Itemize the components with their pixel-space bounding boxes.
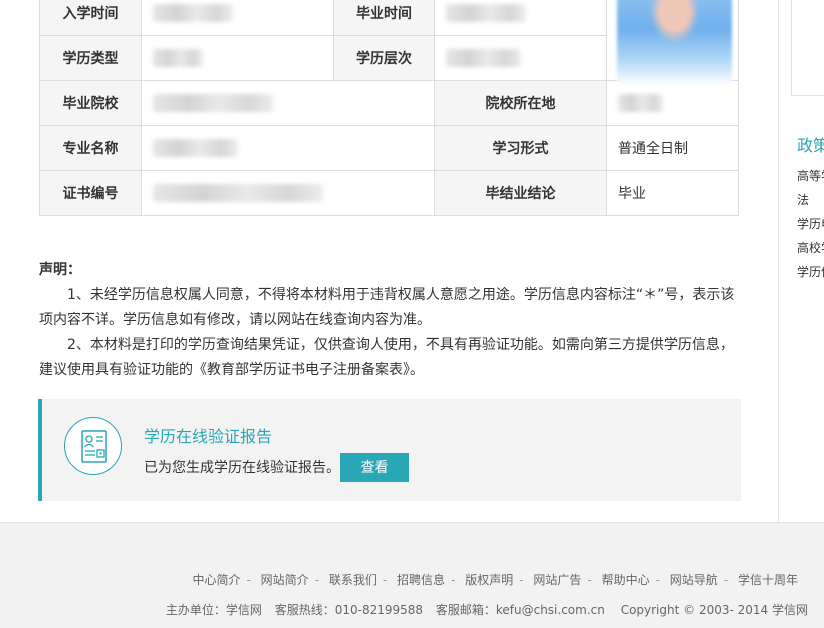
sidebar-item[interactable]: 高等学 xyxy=(797,164,824,188)
education-info-table: 入学时间 毕业时间 学历类型 学历层次 毕业院校 院校所在地 专业名称 学习形式… xyxy=(39,0,739,216)
label-cert-number: 证书编号 xyxy=(39,170,142,216)
view-report-button[interactable]: 查看 xyxy=(340,453,409,482)
declaration: 声明： 1、未经学历信息权属人同意，不得将本材料用于违背权属人意愿之用途。学历信… xyxy=(39,258,739,383)
footer-email: 客服邮箱：kefu@chsi.com.cn xyxy=(435,603,605,617)
sidebar-item[interactable]: 学历电 xyxy=(797,212,824,236)
sidebar-item[interactable]: 学历信 xyxy=(797,260,824,284)
sidebar-item[interactable]: 法 xyxy=(797,188,824,212)
footer-hotline: 客服热线：010-82199588 xyxy=(274,603,424,617)
report-description: 已为您生成学历在线验证报告。 xyxy=(144,460,340,476)
value-major xyxy=(141,125,435,171)
declaration-heading: 声明： xyxy=(39,262,81,278)
label-school-location: 院校所在地 xyxy=(434,80,607,126)
footer-host: 主办单位：学信网 xyxy=(165,603,262,617)
footer-link-center-intro[interactable]: 中心简介 xyxy=(192,573,240,587)
footer: 中心简介 - 网站简介 - 联系我们 - 招聘信息 - 版权声明 - 网站广告 - 帮助中心… xyxy=(0,522,824,628)
sidebar-item[interactable]: 高校学 xyxy=(797,236,824,260)
value-school xyxy=(141,80,435,126)
report-title: 学历在线验证报告 xyxy=(144,427,273,446)
online-verification-report: 学历在线验证报告 已为您生成学历在线验证报告。 查看 xyxy=(38,399,741,501)
value-edu-type xyxy=(141,35,334,81)
footer-link-site-intro[interactable]: 网站简介 xyxy=(261,573,309,587)
sidebar-title: 政策 xyxy=(797,136,824,155)
value-cert-number xyxy=(141,170,435,216)
value-graduation-result: 毕业 xyxy=(606,170,739,216)
label-enroll-date: 入学时间 xyxy=(39,0,142,36)
photo-cell xyxy=(606,0,739,85)
footer-link-help[interactable]: 帮助中心 xyxy=(602,573,650,587)
footer-copyright: Copyright © 2003- 2014 学信网 xyxy=(620,603,808,617)
footer-link-contact[interactable]: 联系我们 xyxy=(329,573,377,587)
label-edu-level: 学历层次 xyxy=(333,35,435,81)
footer-links: 中心简介 - 网站简介 - 联系我们 - 招聘信息 - 版权声明 - 网站广告 - 帮助中心… xyxy=(192,573,798,587)
value-enroll-date xyxy=(141,0,334,36)
label-major: 专业名称 xyxy=(39,125,142,171)
report-document-icon xyxy=(64,417,122,475)
footer-link-ads[interactable]: 网站广告 xyxy=(533,573,581,587)
value-graduate-date xyxy=(434,0,607,36)
label-school: 毕业院校 xyxy=(39,80,142,126)
label-study-mode: 学习形式 xyxy=(434,125,607,171)
footer-info: 主办单位：学信网 客服热线：010-82199588 客服邮箱：kefu@chs… xyxy=(166,601,808,618)
value-study-mode: 普通全日制 xyxy=(606,125,739,171)
right-sidebar: 政策 高等学 法 学历电 高校学 学历信 xyxy=(779,0,824,522)
student-photo xyxy=(617,0,732,85)
label-edu-type: 学历类型 xyxy=(39,35,142,81)
footer-link-anniversary[interactable]: 学信十周年 xyxy=(738,573,798,587)
main-content: 入学时间 毕业时间 学历类型 学历层次 毕业院校 院校所在地 专业名称 学习形式… xyxy=(0,0,778,522)
label-graduation-result: 毕结业结论 xyxy=(434,170,607,216)
table-row: 入学时间 毕业时间 xyxy=(39,0,739,85)
declaration-paragraph-2: 2、本材料是打印的学历查询结果凭证，仅供查询人使用，不具有再验证功能。如需向第三… xyxy=(39,337,734,378)
table-row: 毕业院校 院校所在地 xyxy=(39,80,739,126)
footer-link-jobs[interactable]: 招聘信息 xyxy=(397,573,445,587)
footer-link-sitemap[interactable]: 网站导航 xyxy=(670,573,718,587)
sidebar-box xyxy=(791,0,824,96)
label-graduate-date: 毕业时间 xyxy=(333,0,435,36)
footer-link-copyright[interactable]: 版权声明 xyxy=(465,573,513,587)
value-school-location xyxy=(606,80,739,126)
table-row: 证书编号 毕结业结论 毕业 xyxy=(39,170,739,216)
declaration-paragraph-1: 1、未经学历信息权属人同意，不得将本材料用于违背权属人意愿之用途。学历信息内容标… xyxy=(39,287,735,328)
table-row: 专业名称 学习形式 普通全日制 xyxy=(39,125,739,171)
value-edu-level xyxy=(434,35,607,81)
sidebar-policy-list: 高等学 法 学历电 高校学 学历信 xyxy=(797,164,824,284)
